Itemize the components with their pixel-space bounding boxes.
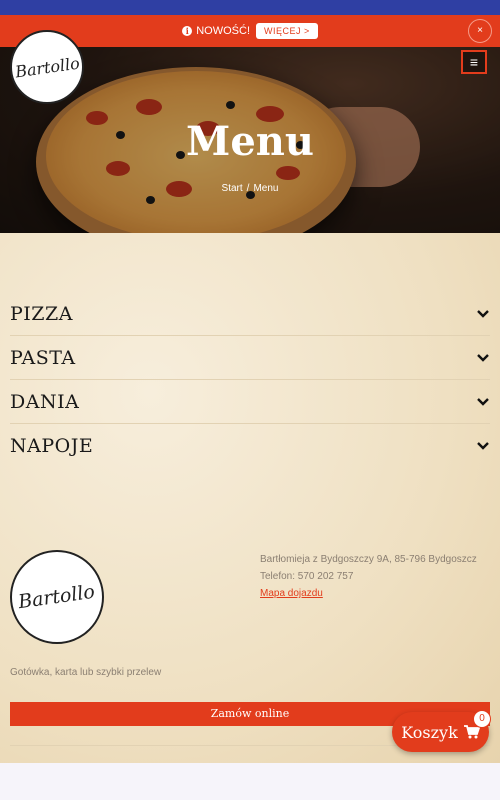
footer-logo[interactable]: Bartollo — [10, 550, 104, 644]
breadcrumb-separator: / — [246, 183, 250, 194]
more-button[interactable]: WIĘCEJ > — [256, 23, 318, 39]
breadcrumb-home-link[interactable]: Start — [222, 183, 243, 194]
category-dania[interactable]: DANIA — [10, 380, 490, 424]
map-link[interactable]: Mapa dojazdu — [260, 585, 495, 602]
chevron-down-icon — [477, 353, 489, 362]
hamburger-icon[interactable]: ≡ — [461, 50, 487, 74]
chevron-down-icon — [477, 309, 489, 318]
category-label: PIZZA — [10, 302, 73, 325]
breadcrumb-current: Menu — [253, 183, 279, 194]
category-label: NAPOJE — [10, 435, 94, 457]
cart-count-badge: 0 — [473, 710, 491, 728]
page-title: Menu — [186, 118, 314, 165]
site-logo[interactable]: Bartollo — [10, 30, 84, 104]
chevron-down-icon — [477, 442, 489, 450]
breadcrumb: Start / Menu — [0, 183, 500, 194]
logo-text: Bartollo — [13, 53, 81, 81]
promo-label: NOWOŚĆ! — [196, 25, 250, 37]
info-icon: i — [182, 26, 193, 36]
payment-info: Gotówka, karta lub szybki przelew — [10, 667, 162, 678]
close-promo-button[interactable]: × — [468, 19, 492, 43]
menu-categories: PIZZA PASTA DANIA NAPOJE — [10, 292, 490, 468]
top-strip — [0, 0, 500, 15]
logo-text: Bartollo — [17, 580, 97, 614]
cart-button[interactable]: Koszyk 0 — [392, 710, 491, 752]
address-text: Bartłomieja z Bydgoszczy 9A, 85-796 Bydg… — [260, 554, 477, 565]
footer-contact: Bartłomieja z Bydgoszczy 9A, 85-796 Bydg… — [260, 551, 495, 602]
category-pasta[interactable]: PASTA — [10, 336, 490, 380]
chevron-down-icon — [477, 397, 489, 406]
category-label: PASTA — [10, 346, 76, 369]
phone-text: Telefon: 570 202 757 — [260, 571, 354, 582]
category-label: DANIA — [10, 390, 80, 413]
category-pizza[interactable]: PIZZA — [10, 292, 490, 336]
cart-label: Koszyk — [401, 722, 458, 742]
category-napoje[interactable]: NAPOJE — [10, 424, 490, 468]
